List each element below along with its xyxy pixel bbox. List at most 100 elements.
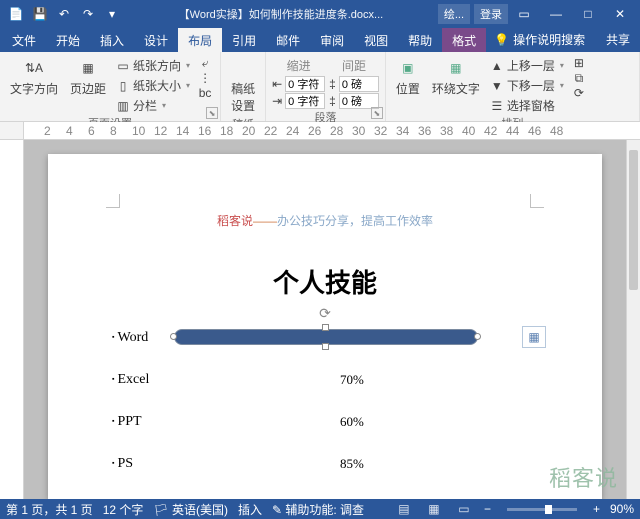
margins-icon: ▦ [78,58,98,78]
login-button[interactable]: 登录 [474,4,508,24]
view-read-icon[interactable]: ▤ [394,501,414,517]
status-accessibility[interactable]: ✎ 辅助功能: 调查 [272,501,364,518]
tab-mailings[interactable]: 邮件 [266,28,310,52]
tab-file[interactable]: 文件 [2,28,46,52]
tab-review[interactable]: 审阅 [310,28,354,52]
view-web-icon[interactable]: ▭ [454,501,474,517]
view-print-icon[interactable]: ▦ [424,501,444,517]
layout-options-button[interactable]: ▦ [522,326,546,348]
wrap-text-button[interactable]: ▦环绕文字 [428,56,484,99]
orientation-button[interactable]: ▭纸张方向 [114,56,192,75]
position-button[interactable]: ▣位置 [392,56,424,99]
rotate-button[interactable]: ⟳ [570,86,588,100]
autosave-icon[interactable]: 📄 [4,0,28,28]
send-backward-icon: ▼ [490,80,504,92]
text-direction-icon: ⇅A [24,58,44,78]
columns-icon: ▥ [116,100,130,112]
ruler-vertical[interactable] [0,140,24,499]
close-icon[interactable]: ✕ [604,0,636,28]
tab-format[interactable]: 格式 [442,28,486,52]
redo-icon[interactable]: ↷ [76,0,100,28]
qat-customize-icon[interactable]: ▾ [100,0,124,28]
bulb-icon: 💡 [494,33,509,47]
bring-forward-icon: ▲ [490,60,504,72]
tab-design[interactable]: 设计 [134,28,178,52]
resize-handle[interactable] [322,324,329,331]
skill-row-ps[interactable]: PS 85% [112,456,538,472]
group-icon: ⧉ [572,72,586,84]
tab-references[interactable]: 引用 [222,28,266,52]
breaks-icon: ⤶ [198,57,212,69]
resize-handle[interactable] [474,333,481,340]
paragraph-launcher[interactable]: ⬊ [371,107,383,119]
document-title[interactable]: 个人技能 [112,263,538,300]
indent-right-icon: ⇥ [272,94,282,108]
tell-me-search[interactable]: 💡操作说明搜索 [486,27,593,52]
zoom-out-button[interactable]: − [484,502,491,516]
crop-mark [106,194,120,208]
scrollbar-vertical[interactable] [626,140,640,499]
resize-handle[interactable] [170,333,177,340]
status-bar: 第 1 页，共 1 页 12 个字 🏳 英语(美国) 插入 ✎ 辅助功能: 调查… [0,499,640,519]
align-button[interactable]: ⊞ [570,56,588,70]
group-shapes-button[interactable]: ⧉ [570,71,588,85]
text-direction-button[interactable]: ⇅A文字方向 [6,56,62,99]
skill-label: PPT [112,414,168,430]
breaks-button[interactable]: ⤶ [196,56,214,70]
zoom-level[interactable]: 90% [610,502,634,516]
skill-row-excel[interactable]: Excel 70% [112,372,538,388]
share-button[interactable]: 共享 [596,27,640,52]
minimize-icon[interactable]: — [540,0,572,28]
indent-left-input[interactable]: ⇤ [272,76,325,92]
tab-insert[interactable]: 插入 [90,28,134,52]
page-setup-launcher[interactable]: ⬊ [206,107,218,119]
skill-row-word[interactable]: Word ▦ [112,330,538,346]
status-words[interactable]: 12 个字 [103,501,144,518]
status-insert-mode[interactable]: 插入 [238,501,262,518]
size-button[interactable]: ▯纸张大小 [114,76,192,95]
undo-icon[interactable]: ↶ [52,0,76,28]
margins-button[interactable]: ▦页边距 [66,56,110,99]
align-icon: ⊞ [572,57,586,69]
indent-right-input[interactable]: ⇥ [272,93,325,109]
line-numbers-button[interactable]: ⋮ [196,71,214,85]
manuscript-settings-button[interactable]: 稿纸 设置 [227,56,259,116]
zoom-in-button[interactable]: + [593,502,600,516]
columns-button[interactable]: ▥分栏 [114,96,192,115]
hyphenation-button[interactable]: bc [196,86,214,100]
document-viewport[interactable]: 稻客说——办公技巧分享，提高工作效率 ⟳ 个人技能 Word ▦ Excel [24,140,626,499]
scroll-thumb[interactable] [629,150,638,290]
indent-left-icon: ⇤ [272,77,282,91]
status-page[interactable]: 第 1 页，共 1 页 [6,501,93,518]
page-header: 稻客说——办公技巧分享，提高工作效率 [112,212,538,229]
rotate-icon: ⟳ [572,87,586,99]
spacing-after-icon: ‡ [329,94,336,108]
page[interactable]: 稻客说——办公技巧分享，提高工作效率 ⟳ 个人技能 Word ▦ Excel [48,154,602,499]
tab-layout[interactable]: 布局 [178,28,222,52]
ruler-horizontal[interactable]: 2468101214161820222426283032343638404244… [0,122,640,140]
manuscript-icon [233,58,253,78]
skill-label: Excel [112,372,168,388]
selected-shape[interactable]: ▦ [174,326,510,348]
ribbon-options-icon[interactable]: ▭ [508,0,540,28]
resize-handle[interactable] [322,343,329,350]
selection-pane-button[interactable]: ☰选择窗格 [488,96,566,115]
tab-home[interactable]: 开始 [46,28,90,52]
zoom-slider[interactable] [507,508,577,511]
status-language[interactable]: 🏳 英语(美国) [153,501,228,518]
zoom-thumb[interactable] [545,505,552,514]
skill-row-ppt[interactable]: PPT 60% [112,414,538,430]
tab-help[interactable]: 帮助 [398,28,442,52]
bring-forward-button[interactable]: ▲上移一层 [488,56,566,75]
save-icon[interactable]: 💾 [28,0,52,28]
spacing-before-input[interactable]: ‡ [329,76,379,92]
app-badge: 绘... [438,4,470,24]
indent-heading: 缩进 [272,56,325,75]
hyphenation-icon: bc [198,87,212,99]
rotate-handle-icon[interactable]: ⟳ [319,305,331,322]
tab-view[interactable]: 视图 [354,28,398,52]
send-backward-button[interactable]: ▼下移一层 [488,76,566,95]
ribbon-tabs: 文件 开始 插入 设计 布局 引用 邮件 审阅 视图 帮助 格式 💡操作说明搜索… [0,28,640,52]
selection-pane-icon: ☰ [490,100,504,112]
maximize-icon[interactable]: □ [572,0,604,28]
